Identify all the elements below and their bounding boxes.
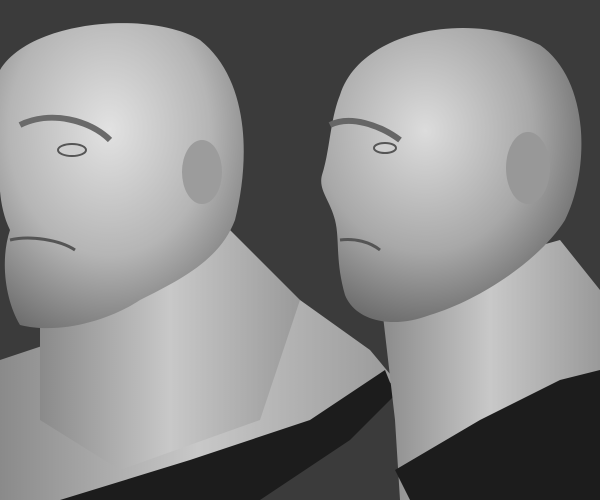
bust-left-ear (182, 140, 222, 204)
sculpt-render-canvas (0, 0, 600, 500)
bust-right-ear (506, 132, 550, 204)
bust-left-eye (57, 143, 87, 157)
bust-right-eye (373, 142, 397, 154)
